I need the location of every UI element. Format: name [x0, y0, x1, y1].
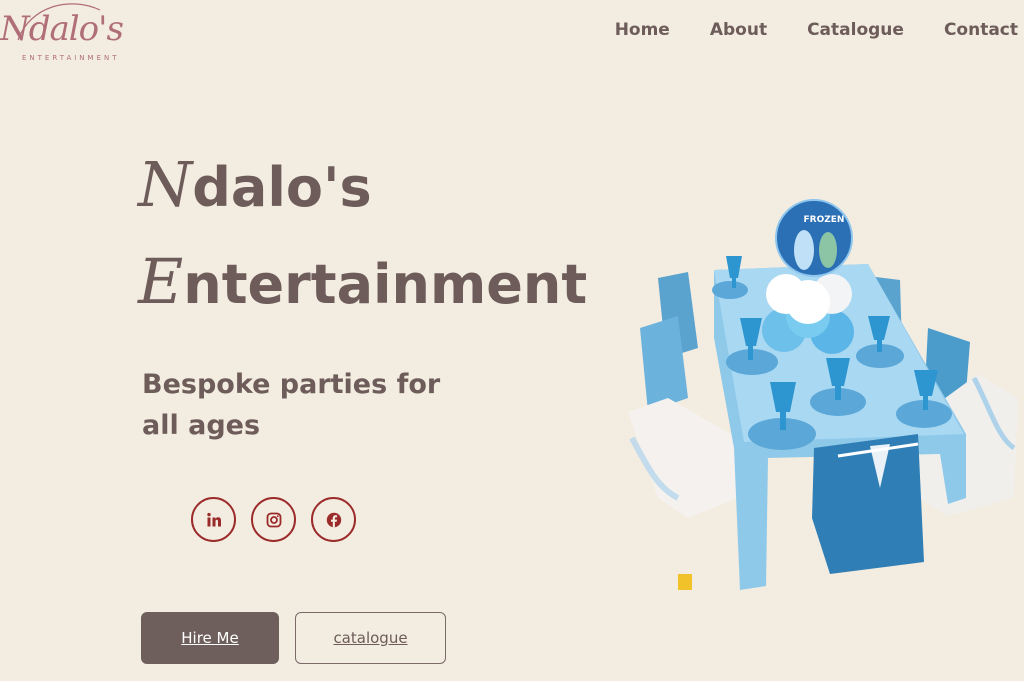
nav-contact[interactable]: Contact [944, 18, 1018, 42]
instagram-icon [266, 512, 281, 527]
main-nav: Home About Catalogue Contact [615, 18, 1018, 42]
logo-sub-text: ENTERTAINMENT [22, 54, 120, 62]
hero-tagline: Bespoke parties for all ages [142, 369, 441, 441]
hire-me-button[interactable]: Hire Me [141, 612, 279, 664]
hero-title-line-2: Entertainment [138, 235, 598, 332]
chair-back-left [640, 272, 698, 412]
nav-home[interactable]: Home [615, 18, 670, 42]
hero-title-line-1: Ndalo's [138, 138, 598, 235]
hero-title: Ndalo's Entertainment [138, 138, 598, 332]
social-links [191, 497, 356, 542]
linkedin-button[interactable] [191, 497, 236, 542]
chair-left-white [628, 398, 738, 590]
balloon-label: FROZEN [804, 215, 845, 225]
facebook-icon [326, 512, 341, 527]
party-table-image: FROZEN [628, 199, 1018, 590]
facebook-button[interactable] [311, 497, 356, 542]
catalogue-button[interactable]: catalogue [295, 612, 446, 664]
page: Ndalo's ENTERTAINMENT Home About Catalog… [0, 0, 1024, 681]
instagram-button[interactable] [251, 497, 296, 542]
hero-title-rest-1: dalo's [192, 156, 372, 219]
nav-catalogue[interactable]: Catalogue [807, 18, 904, 42]
hero-title-rest-2: ntertainment [183, 253, 588, 316]
nav-about[interactable]: About [710, 18, 767, 42]
linkedin-icon [206, 512, 221, 526]
hero-title-cap-1: N [138, 148, 193, 221]
hero-title-cap-2: E [138, 245, 184, 318]
chair-front-blue [812, 434, 924, 574]
logo[interactable]: Ndalo's ENTERTAINMENT [0, 0, 140, 70]
logo-script-text: Ndalo's [0, 9, 124, 49]
